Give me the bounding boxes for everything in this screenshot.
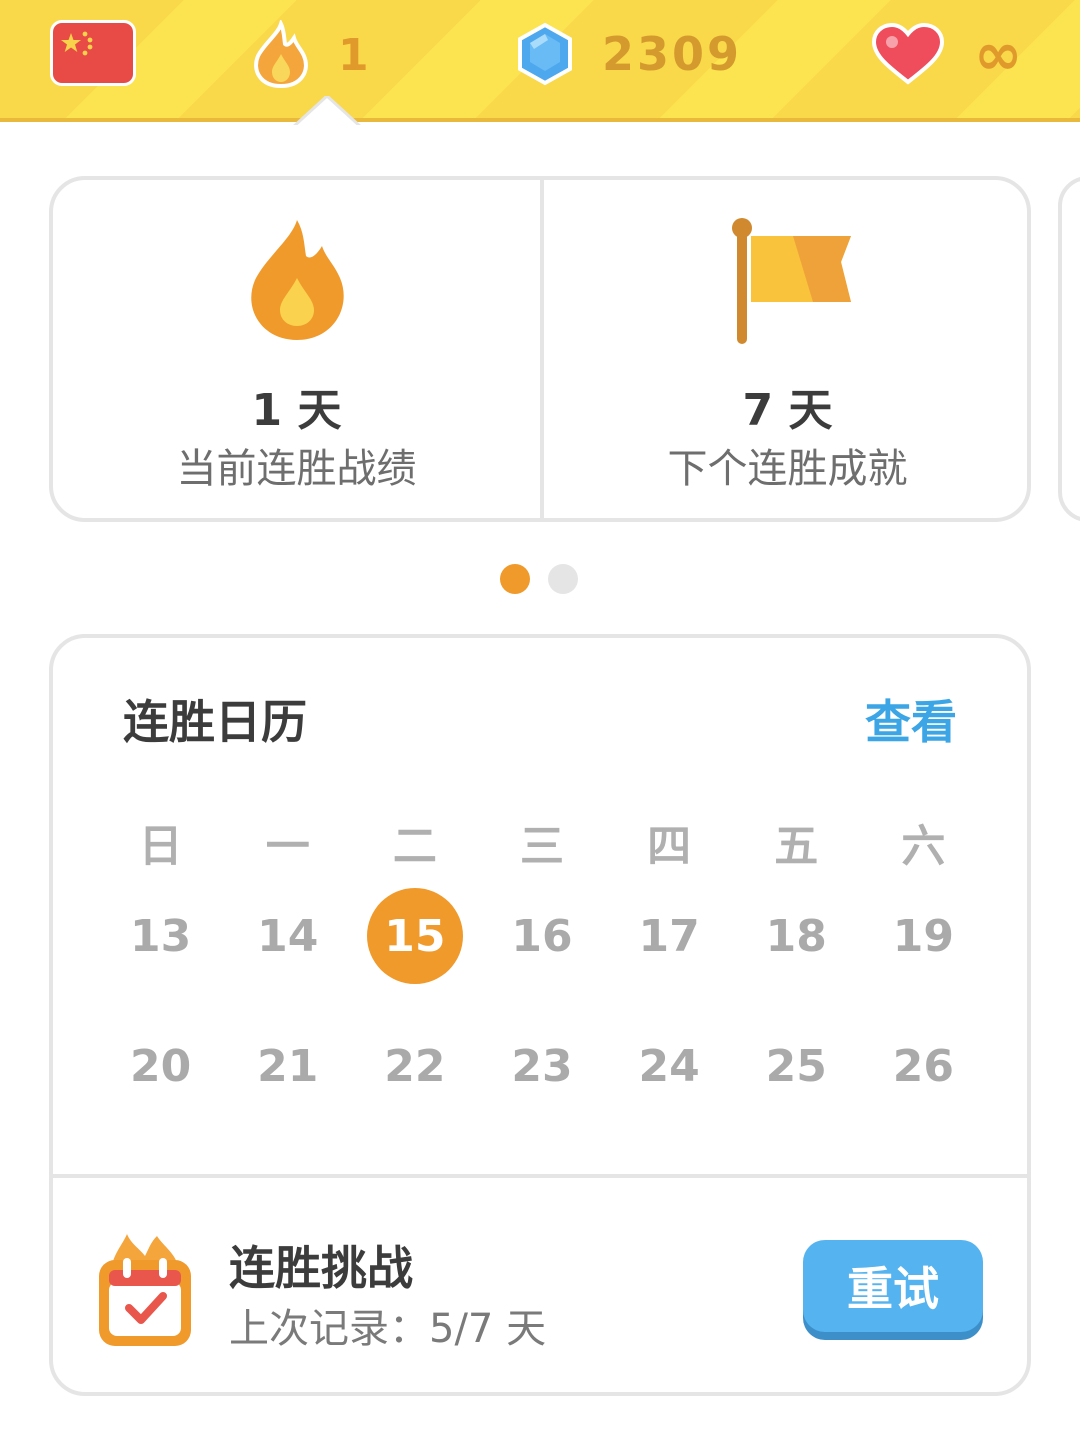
calendar-day: 22 xyxy=(384,1040,446,1092)
next-milestone-stat: 7 天 下个连胜成就 xyxy=(544,180,1031,518)
retry-button[interactable]: 重试 xyxy=(803,1240,983,1332)
today-marker: 15 xyxy=(366,888,463,984)
weekday-label: 三 xyxy=(519,821,564,872)
heart-icon xyxy=(871,22,945,85)
streak-challenge-icon xyxy=(95,1230,195,1354)
challenge-record: 上次记录：5/7 天 xyxy=(229,1306,547,1352)
calendar-day: 21 xyxy=(257,1040,319,1092)
china-flag-icon xyxy=(61,31,93,56)
weekday-label: 六 xyxy=(901,821,946,872)
calendar-day: 20 xyxy=(129,1040,192,1092)
carousel-indicator xyxy=(500,564,578,594)
view-calendar-link[interactable]: 查看 xyxy=(865,686,957,752)
calendar-week-1: 13 14 15 16 17 18 19 xyxy=(97,888,987,984)
hearts-counter-button[interactable]: ∞ xyxy=(870,22,1022,86)
calendar-day: 25 xyxy=(765,1040,827,1092)
next-card-peek[interactable] xyxy=(1058,176,1080,522)
calendar-day: 18 xyxy=(765,910,827,962)
calendar-week-2: 20 21 22 23 24 25 26 xyxy=(97,1018,987,1114)
weekday-label: 二 xyxy=(392,821,437,872)
carousel-dot-1[interactable] xyxy=(500,564,530,594)
challenge-title: 连胜挑战 xyxy=(229,1241,413,1295)
gems-counter-button[interactable]: 2309 xyxy=(516,22,742,86)
gem-count: 2309 xyxy=(602,27,743,81)
streak-count: 1 xyxy=(338,29,369,81)
current-streak-label: 当前连胜战绩 xyxy=(176,446,417,492)
fire-icon xyxy=(250,220,344,340)
calendar-day: 14 xyxy=(257,910,319,962)
gem-icon xyxy=(518,22,572,86)
weekday-label: 日 xyxy=(138,821,183,872)
streak-calendar-card: 连胜日历 查看 日 一 二 三 四 五 六 13 14 15 16 17 18 … xyxy=(49,634,1031,1396)
calendar-day: 24 xyxy=(638,1040,700,1092)
carousel-dot-2[interactable] xyxy=(548,564,578,594)
calendar-fire-icon xyxy=(99,1234,191,1346)
hearts-count: ∞ xyxy=(974,20,1023,88)
weekday-label: 五 xyxy=(774,821,819,872)
calendar-day-today: 15 xyxy=(351,888,478,984)
fire-icon xyxy=(254,20,308,89)
streak-stats-card[interactable]: 1 天 当前连胜战绩 7 天 下个连胜成就 xyxy=(49,176,1031,522)
language-flag-button[interactable] xyxy=(50,20,136,86)
weekday-label: 一 xyxy=(265,821,310,872)
weekday-header: 日 一 二 三 四 五 六 xyxy=(97,794,987,890)
calendar-day: 19 xyxy=(892,910,955,962)
streak-counter-button[interactable]: 1 xyxy=(250,20,369,90)
current-streak-stat: 1 天 当前连胜战绩 xyxy=(53,180,540,518)
next-milestone-value: 7 天 xyxy=(742,385,833,436)
calendar-day: 16 xyxy=(511,910,573,962)
calendar-day: 26 xyxy=(892,1040,955,1092)
calendar-day: 17 xyxy=(638,910,700,962)
calendar-divider xyxy=(53,1174,1027,1178)
current-streak-value: 1 天 xyxy=(251,385,342,436)
calendar-title: 连胜日历 xyxy=(123,695,307,749)
flag-icon xyxy=(731,218,851,344)
top-bar: 1 2309 ∞ xyxy=(0,0,1080,122)
calendar-day: 23 xyxy=(511,1040,573,1092)
calendar-day: 13 xyxy=(129,910,192,962)
weekday-label: 四 xyxy=(647,821,692,872)
next-milestone-label: 下个连胜成就 xyxy=(667,446,908,492)
